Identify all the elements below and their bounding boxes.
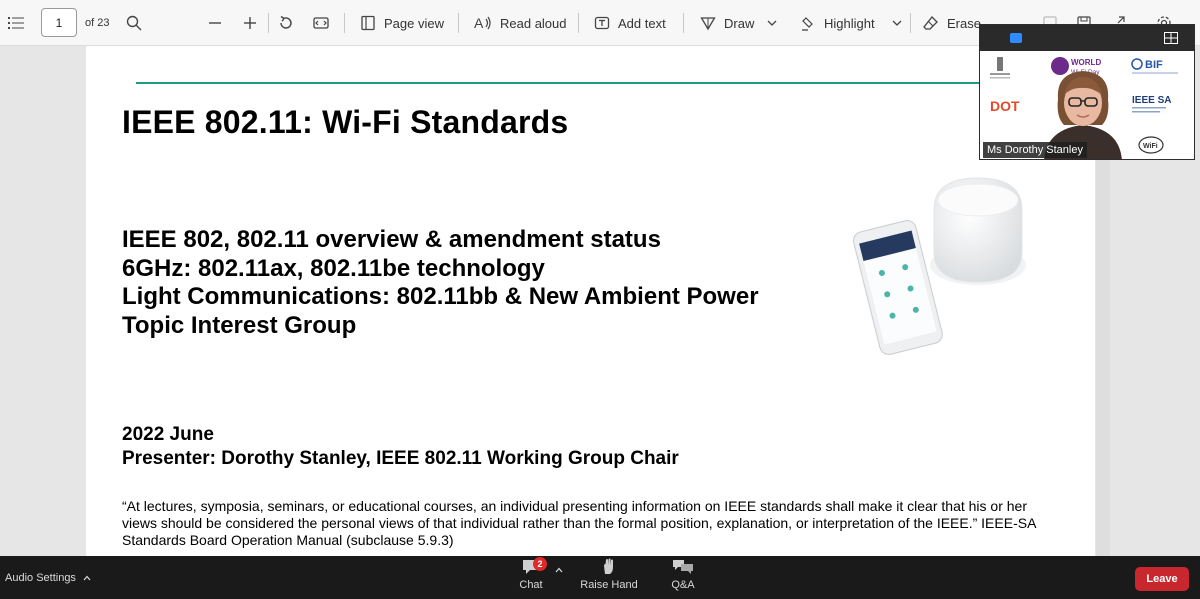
wifi-router-phone-image — [853, 177, 1026, 355]
chevron-down-icon — [892, 20, 902, 26]
video-layout-icon[interactable] — [1164, 32, 1178, 44]
zoom-out-button[interactable] — [208, 0, 222, 46]
contents-button[interactable] — [8, 0, 24, 46]
speaker-name-label: Ms Dorothy Stanley — [983, 142, 1087, 158]
read-aloud-button[interactable]: A Read aloud — [474, 0, 567, 46]
topic-item: 6GHz: 802.11ax, 802.11be technology — [122, 254, 545, 282]
page-view-icon — [361, 15, 375, 31]
logo-text-ieee-sa: IEEE SA — [1132, 95, 1171, 106]
wifi-logo: WiFi — [1138, 136, 1164, 154]
highlight-label: Highlight — [824, 15, 875, 31]
erase-label: Erase — [947, 15, 981, 31]
audio-settings-button[interactable]: Audio Settings — [5, 572, 91, 584]
page-view-button[interactable]: Page view — [360, 0, 444, 46]
toolbar-divider — [458, 13, 459, 33]
fit-width-icon — [313, 17, 329, 29]
disclaimer-text: “At lectures, symposia, seminars, or edu… — [122, 498, 1036, 548]
qa-button[interactable]: Q&A — [653, 558, 713, 598]
find-button[interactable] — [126, 0, 142, 46]
chat-button[interactable]: Chat — [501, 558, 561, 598]
fit-page-button[interactable] — [313, 0, 329, 46]
logo-text-wifi: WiFi — [1143, 143, 1158, 150]
rotate-button[interactable] — [278, 0, 294, 46]
video-options-icon[interactable] — [1010, 33, 1022, 43]
chevron-up-icon — [83, 575, 91, 581]
slide-title: IEEE 802.11: Wi-Fi Standards — [122, 104, 569, 140]
audio-settings-label: Audio Settings — [5, 572, 76, 584]
page-number-input[interactable] — [41, 8, 77, 37]
chat-unread-badge: 2 — [533, 557, 547, 571]
leave-button[interactable]: Leave — [1135, 567, 1189, 591]
toolbar-divider — [683, 13, 684, 33]
speaker-video-tile[interactable]: WORLDWi-Fi Day BIF DOT IEEE SA WiFi Ms D… — [979, 24, 1195, 160]
plus-icon — [244, 17, 256, 29]
dot-logo: DOT — [990, 98, 1020, 114]
ieee-sa-logo: IEEE SA — [1132, 95, 1171, 113]
toolbar-divider — [344, 13, 345, 33]
highlight-button[interactable]: Highlight — [800, 0, 875, 46]
list-icon — [8, 17, 24, 29]
toolbar-divider — [910, 13, 911, 33]
search-icon — [126, 15, 142, 31]
qa-label: Q&A — [671, 579, 695, 591]
page-total: of 23 — [85, 17, 110, 29]
topic-item: Light Communications: 802.11bb & New Amb… — [122, 283, 759, 310]
topic-list: IEEE 802, 802.11 overview & amendment st… — [122, 226, 862, 340]
topic-item: IEEE 802, 802.11 overview & amendment st… — [122, 226, 661, 253]
zoom-in-button[interactable] — [243, 0, 257, 46]
draw-label: Draw — [724, 15, 755, 31]
bif-logo: BIF — [1131, 58, 1178, 74]
presenter-line: Presenter: Dorothy Stanley, IEEE 802.11 … — [122, 448, 679, 469]
slide-top-rule — [136, 82, 1041, 84]
draw-options-button[interactable] — [767, 0, 777, 46]
svg-text:A: A — [474, 15, 484, 31]
text-box-icon — [594, 16, 610, 30]
rotate-icon — [280, 15, 292, 29]
eraser-icon — [923, 16, 938, 30]
highlighter-icon — [802, 17, 813, 31]
read-aloud-label: Read aloud — [500, 15, 567, 31]
topic-item: Topic Interest Group — [122, 311, 357, 339]
chat-options-chevron-icon[interactable] — [555, 567, 563, 573]
toolbar-divider — [268, 13, 269, 33]
draw-pen-icon — [700, 17, 716, 31]
raise-hand-icon — [604, 558, 613, 574]
draw-button[interactable]: Draw — [700, 0, 754, 46]
erase-button[interactable]: Erase — [923, 0, 981, 46]
read-aloud-icon: A — [474, 15, 491, 31]
add-text-label: Add text — [618, 15, 666, 31]
highlight-options-button[interactable] — [892, 0, 902, 46]
minus-icon — [209, 22, 221, 24]
logo-text-bif: BIF — [1145, 59, 1163, 71]
add-text-button[interactable]: Add text — [594, 0, 666, 46]
meeting-control-bar: Audio Settings Chat 2 Raise Hand Q&A Lea… — [0, 556, 1200, 599]
logo-text-dot: DOT — [990, 98, 1020, 114]
chevron-down-icon — [767, 20, 777, 26]
chat-label: Chat — [519, 579, 543, 591]
qa-bubbles-icon — [673, 560, 693, 574]
toolbar-divider — [578, 13, 579, 33]
raise-hand-label: Raise Hand — [580, 579, 638, 591]
raise-hand-button[interactable]: Raise Hand — [579, 558, 639, 598]
page-view-label: Page view — [384, 15, 444, 31]
presentation-date: 2022 June — [122, 424, 214, 445]
pdf-page: IEEE 802.11: Wi-Fi Standards IEEE 802, 8… — [86, 46, 1095, 556]
government-emblem-logo — [990, 57, 1010, 79]
